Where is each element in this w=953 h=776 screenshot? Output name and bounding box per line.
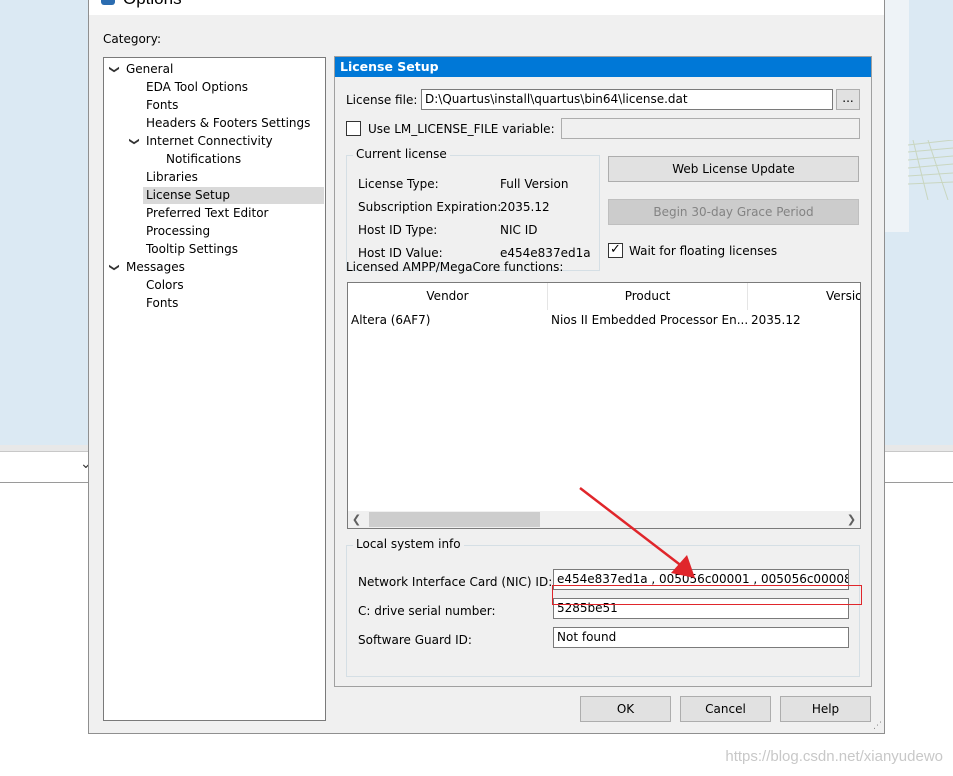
scrollbar-thumb[interactable] (369, 512, 540, 527)
tree-item[interactable]: Headers & Footers Settings (143, 115, 310, 132)
tree-item[interactable]: Tooltip Settings (143, 241, 238, 258)
nic-id-label: Network Interface Card (NIC) ID: (358, 575, 553, 589)
close-icon[interactable]: ✕ (857, 0, 872, 6)
options-dialog: Options ✕ Category: General ❯ EDA Tool Opt… (88, 0, 885, 734)
cancel-button[interactable]: Cancel (680, 696, 771, 722)
chevron-down-icon[interactable]: ❯ (109, 263, 120, 271)
column-header-version[interactable]: Versio (748, 283, 860, 310)
tree-item-label: Colors (146, 278, 184, 292)
tree-item[interactable]: Notifications (163, 151, 241, 168)
tree-item[interactable]: Messages (123, 259, 185, 276)
tree-item[interactable]: Fonts (143, 295, 178, 312)
tree-item-label: Fonts (146, 296, 179, 310)
cell-vendor: Altera (6AF7) (351, 313, 431, 327)
ok-button[interactable]: OK (580, 696, 671, 722)
background-grid-graphic (908, 140, 953, 200)
tree-item[interactable]: General (123, 61, 173, 78)
cell-product: Nios II Embedded Processor En... (551, 313, 748, 327)
current-license-key: Host ID Value: (358, 246, 443, 260)
dialog-title: Options (123, 0, 182, 9)
tree-item[interactable]: Colors (143, 277, 184, 294)
wait-floating-checkbox[interactable]: ✓ (608, 243, 623, 258)
license-file-label: License file: (346, 93, 418, 107)
horizontal-scrollbar[interactable]: ❮ ❯ (348, 511, 860, 528)
local-system-info-title: Local system info (353, 537, 464, 551)
chevron-down-icon[interactable]: ❯ (129, 137, 140, 145)
tree-item-label: Headers & Footers Settings (146, 116, 311, 130)
current-license-key: License Type: (358, 177, 439, 191)
panel-header: License Setup (335, 57, 871, 77)
column-header-product[interactable]: Product (548, 283, 748, 310)
chevron-down-icon[interactable]: ❯ (109, 65, 120, 73)
tree-item-label: License Setup (146, 188, 230, 202)
tree-item[interactable]: Fonts (143, 97, 178, 114)
current-license-value: 2035.12 (500, 200, 550, 214)
wait-floating-label: Wait for floating licenses (629, 244, 778, 258)
tree-item-label: Fonts (146, 98, 179, 112)
license-setup-panel: License Setup License file: D:\Quartus\i… (334, 56, 872, 687)
c-drive-serial-label: C: drive serial number: (358, 604, 496, 618)
help-button[interactable]: Help (780, 696, 871, 722)
c-drive-serial-field[interactable]: 5285be51 (553, 598, 849, 619)
tree-item-label: Processing (146, 224, 211, 238)
software-guard-label: Software Guard ID: (358, 633, 472, 647)
current-license-key: Subscription Expiration: (358, 200, 502, 214)
license-file-input[interactable]: D:\Quartus\install\quartus\bin64\license… (421, 89, 833, 110)
category-tree[interactable]: General ❯ EDA Tool Options Fonts Headers & F… (103, 57, 326, 721)
tree-item[interactable]: Preferred Text Editor (143, 205, 269, 222)
current-license-title: Current license (353, 147, 450, 161)
tree-item-label: EDA Tool Options (146, 80, 249, 94)
current-license-value: NIC ID (500, 223, 538, 237)
tree-item-label: Internet Connectivity (146, 134, 273, 148)
tree-item[interactable]: Processing (143, 223, 210, 240)
current-license-group: Current license License Type: Full Versio… (346, 147, 600, 271)
column-header-vendor[interactable]: Vendor (348, 283, 548, 310)
tree-item[interactable]: Internet Connectivity (143, 133, 273, 150)
tree-item-label: Libraries (146, 170, 198, 184)
grace-period-button[interactable]: Begin 30-day Grace Period (608, 199, 859, 225)
tree-item-label: Preferred Text Editor (146, 206, 269, 220)
browse-button[interactable]: ... (836, 89, 860, 110)
tree-item-label: Messages (126, 260, 185, 274)
web-license-update-button[interactable]: Web License Update (608, 156, 859, 182)
local-system-info-group: Local system info Network Interface Card… (346, 537, 860, 677)
current-license-value: Full Version (500, 177, 569, 191)
current-license-key: Host ID Type: (358, 223, 438, 237)
scroll-left-icon[interactable]: ❮ (348, 511, 365, 528)
tree-item[interactable]: Libraries (143, 169, 198, 186)
functions-label: Licensed AMPP/MegaCore functions: (346, 260, 564, 274)
use-lm-license-checkbox[interactable] (346, 121, 361, 136)
background-side-panel (885, 0, 909, 232)
lm-license-input[interactable] (561, 118, 860, 139)
tree-item-label: Tooltip Settings (146, 242, 238, 256)
cell-version: 2035.12 (751, 313, 801, 327)
use-lm-license-label: Use LM_LICENSE_FILE variable: (368, 122, 555, 136)
tree-item[interactable]: EDA Tool Options (143, 79, 248, 96)
resize-grip-icon[interactable]: ⋰ (873, 721, 882, 731)
current-license-value: e454e837ed1a (500, 246, 591, 260)
tree-item-label: General (126, 62, 174, 76)
licensed-functions-table[interactable]: Vendor Product Versio Altera (6AF7) Nios… (347, 282, 861, 529)
software-guard-field[interactable]: Not found (553, 627, 849, 648)
watermark-text: https://blog.csdn.net/xianyudewo (725, 748, 943, 765)
app-icon (101, 0, 115, 5)
scroll-right-icon[interactable]: ❯ (843, 511, 860, 528)
category-label: Category: (103, 32, 161, 46)
tree-item-label: Notifications (166, 152, 242, 166)
dialog-title-bar[interactable]: Options ✕ (89, 0, 884, 15)
nic-id-field[interactable]: e454e837ed1a , 005056c00001 , 005056c000… (553, 569, 849, 590)
tree-item[interactable]: License Setup (143, 187, 324, 204)
